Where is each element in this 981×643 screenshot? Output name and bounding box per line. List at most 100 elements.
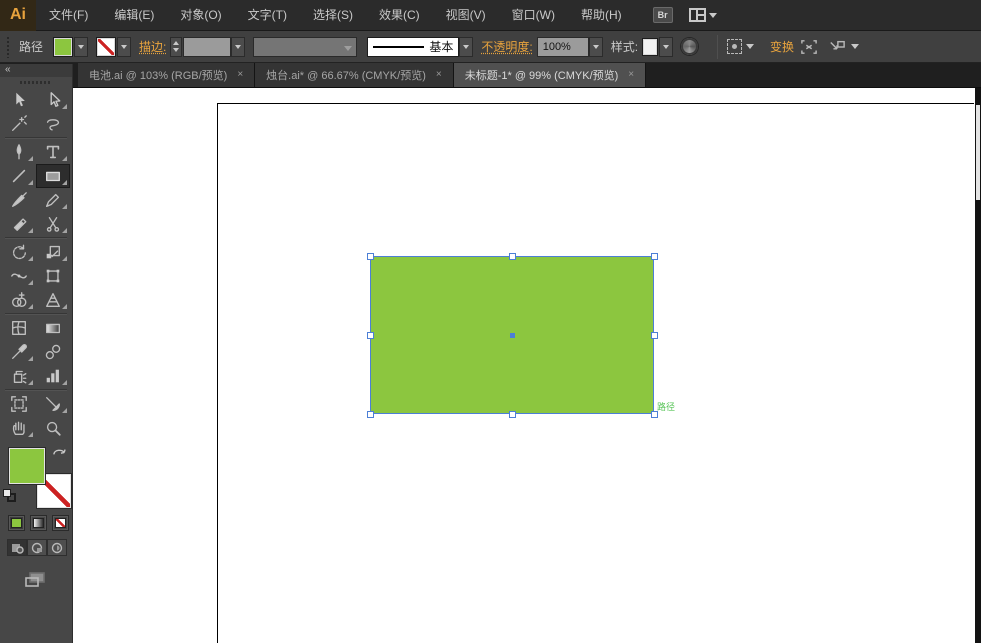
swap-fill-stroke-icon[interactable] bbox=[52, 447, 67, 460]
zoom-tool[interactable] bbox=[36, 416, 70, 440]
type-tool[interactable] bbox=[36, 140, 70, 164]
close-icon[interactable]: × bbox=[436, 70, 442, 80]
rectangle-tool[interactable] bbox=[36, 164, 70, 188]
selection-handle-bottom-left[interactable] bbox=[367, 411, 374, 418]
canvas[interactable]: 路径 bbox=[73, 88, 981, 643]
line-segment-tool[interactable] bbox=[2, 164, 36, 188]
menu-select[interactable]: 选择(S) bbox=[300, 0, 366, 31]
align-icon[interactable] bbox=[800, 39, 818, 55]
smart-guide-label: 路径 bbox=[657, 403, 675, 412]
menu-help[interactable]: 帮助(H) bbox=[568, 0, 635, 31]
chevron-down-icon[interactable] bbox=[746, 44, 754, 49]
none-button[interactable] bbox=[52, 515, 69, 531]
menu-window[interactable]: 窗口(W) bbox=[499, 0, 568, 31]
chevron-down-icon bbox=[663, 45, 669, 49]
draw-normal-button[interactable] bbox=[7, 539, 27, 556]
selection-handle-top-center[interactable] bbox=[509, 253, 516, 260]
document-tab[interactable]: 烛台.ai* @ 66.67% (CMYK/预览) × bbox=[255, 63, 454, 87]
magic-wand-tool[interactable] bbox=[2, 112, 36, 136]
chevron-down-icon bbox=[121, 45, 127, 49]
brush-definition-dropdown[interactable] bbox=[253, 37, 357, 57]
graphic-style-swatch[interactable] bbox=[642, 38, 658, 56]
graphic-style-dropdown[interactable] bbox=[659, 37, 673, 57]
shape-builder-tool[interactable] bbox=[2, 288, 36, 312]
fill-color-swatch[interactable] bbox=[53, 37, 73, 57]
opacity-dropdown[interactable] bbox=[589, 37, 603, 57]
panel-collapse-button[interactable]: « bbox=[0, 64, 72, 77]
blend-tool[interactable] bbox=[36, 340, 70, 364]
hand-tool[interactable] bbox=[2, 416, 36, 440]
document-tab[interactable]: 电池.ai @ 103% (RGB/预览) × bbox=[78, 63, 255, 87]
menu-object[interactable]: 对象(O) bbox=[167, 0, 234, 31]
stroke-color-dropdown[interactable] bbox=[117, 37, 131, 57]
color-button[interactable] bbox=[8, 515, 25, 531]
recolor-artwork-icon[interactable] bbox=[681, 38, 698, 55]
chevron-down-icon[interactable] bbox=[851, 44, 859, 49]
gradient-button[interactable] bbox=[30, 515, 47, 531]
artboard-left-edge bbox=[217, 103, 218, 643]
selection-handle-top-right[interactable] bbox=[651, 253, 658, 260]
selection-handle-bottom-right[interactable] bbox=[651, 411, 658, 418]
screen-mode-button[interactable] bbox=[0, 556, 72, 590]
opacity-panel-link[interactable]: 不透明度: bbox=[481, 38, 532, 55]
panel-grip[interactable] bbox=[6, 36, 11, 58]
gradient-chip bbox=[33, 518, 44, 528]
default-fill-stroke-icon[interactable] bbox=[3, 489, 17, 503]
select-similar-icon[interactable] bbox=[727, 39, 742, 54]
stroke-weight-stepper[interactable] bbox=[170, 37, 182, 57]
pen-tool[interactable] bbox=[2, 140, 36, 164]
gradient-tool[interactable] bbox=[36, 316, 70, 340]
scrollbar-thumb[interactable] bbox=[976, 105, 980, 200]
transform-panel-link[interactable]: 变换 bbox=[770, 38, 794, 55]
mesh-tool[interactable] bbox=[2, 316, 36, 340]
panel-drag-grip[interactable] bbox=[0, 77, 72, 88]
width-tool[interactable] bbox=[2, 264, 36, 288]
stroke-weight-input[interactable] bbox=[183, 37, 231, 57]
close-icon[interactable]: × bbox=[237, 70, 243, 80]
vertical-scrollbar[interactable] bbox=[975, 88, 981, 643]
stroke-weight-dropdown[interactable] bbox=[231, 37, 245, 57]
drawing-mode-buttons bbox=[0, 531, 72, 556]
scale-tool[interactable] bbox=[36, 240, 70, 264]
pencil-tool[interactable] bbox=[36, 188, 70, 212]
blob-brush-tool[interactable] bbox=[2, 212, 36, 236]
lasso-tool[interactable] bbox=[36, 112, 70, 136]
menu-effect[interactable]: 效果(C) bbox=[366, 0, 433, 31]
bridge-button[interactable]: Br bbox=[653, 7, 673, 23]
selection-handle-middle-left[interactable] bbox=[367, 332, 374, 339]
menu-view[interactable]: 视图(V) bbox=[433, 0, 499, 31]
opacity-input[interactable]: 100% bbox=[537, 37, 589, 57]
symbol-sprayer-tool[interactable] bbox=[2, 364, 36, 388]
stroke-style-dropdown[interactable] bbox=[459, 37, 473, 57]
direct-selection-tool[interactable] bbox=[36, 88, 70, 112]
column-graph-tool[interactable] bbox=[36, 364, 70, 388]
free-transform-tool[interactable] bbox=[36, 264, 70, 288]
variable-width-profile[interactable]: 基本 bbox=[367, 37, 459, 57]
close-icon[interactable]: × bbox=[628, 70, 634, 80]
selection-handle-middle-right[interactable] bbox=[651, 332, 658, 339]
stroke-color-swatch[interactable] bbox=[96, 37, 116, 57]
fill-color-box[interactable] bbox=[9, 448, 45, 484]
isolate-selection-icon[interactable] bbox=[828, 39, 846, 55]
draw-inside-button[interactable] bbox=[47, 539, 67, 556]
selection-handle-bottom-center[interactable] bbox=[509, 411, 516, 418]
stroke-panel-link[interactable]: 描边: bbox=[139, 38, 166, 55]
menu-type[interactable]: 文字(T) bbox=[235, 0, 300, 31]
workspace-switcher[interactable] bbox=[689, 8, 717, 22]
paintbrush-tool[interactable] bbox=[2, 188, 36, 212]
rotate-tool[interactable] bbox=[2, 240, 36, 264]
selection-center-point[interactable] bbox=[510, 333, 515, 338]
eyedropper-tool[interactable] bbox=[2, 340, 36, 364]
artboard-tool[interactable] bbox=[2, 392, 36, 416]
menu-file[interactable]: 文件(F) bbox=[36, 0, 101, 31]
selection-tool[interactable] bbox=[2, 88, 36, 112]
document-tab-active[interactable]: 未标题-1* @ 99% (CMYK/预览) × bbox=[454, 63, 646, 87]
divider bbox=[5, 137, 67, 139]
fill-color-dropdown[interactable] bbox=[74, 37, 88, 57]
slice-tool[interactable] bbox=[36, 392, 70, 416]
perspective-grid-tool[interactable] bbox=[36, 288, 70, 312]
draw-behind-button[interactable] bbox=[27, 539, 47, 556]
menu-edit[interactable]: 编辑(E) bbox=[101, 0, 167, 31]
scissors-tool[interactable] bbox=[36, 212, 70, 236]
selection-handle-top-left[interactable] bbox=[367, 253, 374, 260]
